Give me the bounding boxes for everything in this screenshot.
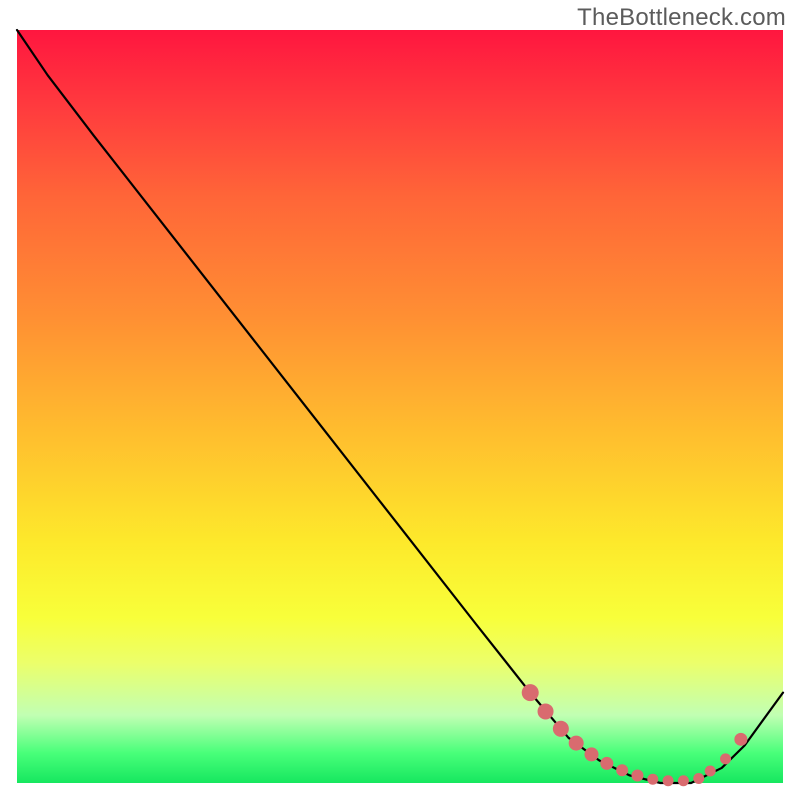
highlight-dot: [522, 684, 539, 701]
highlight-dot: [538, 703, 554, 719]
highlight-dot: [663, 775, 674, 786]
highlight-dot: [600, 757, 613, 770]
highlight-dot: [678, 775, 689, 786]
highlight-dot: [647, 774, 658, 785]
chart-svg: [17, 30, 783, 783]
chart-container: TheBottleneck.com: [0, 0, 800, 800]
highlight-dot: [569, 736, 584, 751]
highlight-dot: [585, 747, 599, 761]
highlight-dot: [616, 764, 628, 776]
highlight-dot: [631, 769, 643, 781]
highlight-dot: [553, 721, 569, 737]
highlight-dot: [705, 765, 716, 776]
highlight-dot: [734, 733, 747, 746]
highlight-dots-group: [522, 684, 748, 786]
bottleneck-curve: [17, 30, 783, 783]
highlight-dot: [693, 773, 704, 784]
watermark-text: TheBottleneck.com: [577, 4, 786, 32]
highlight-dot: [720, 753, 731, 764]
